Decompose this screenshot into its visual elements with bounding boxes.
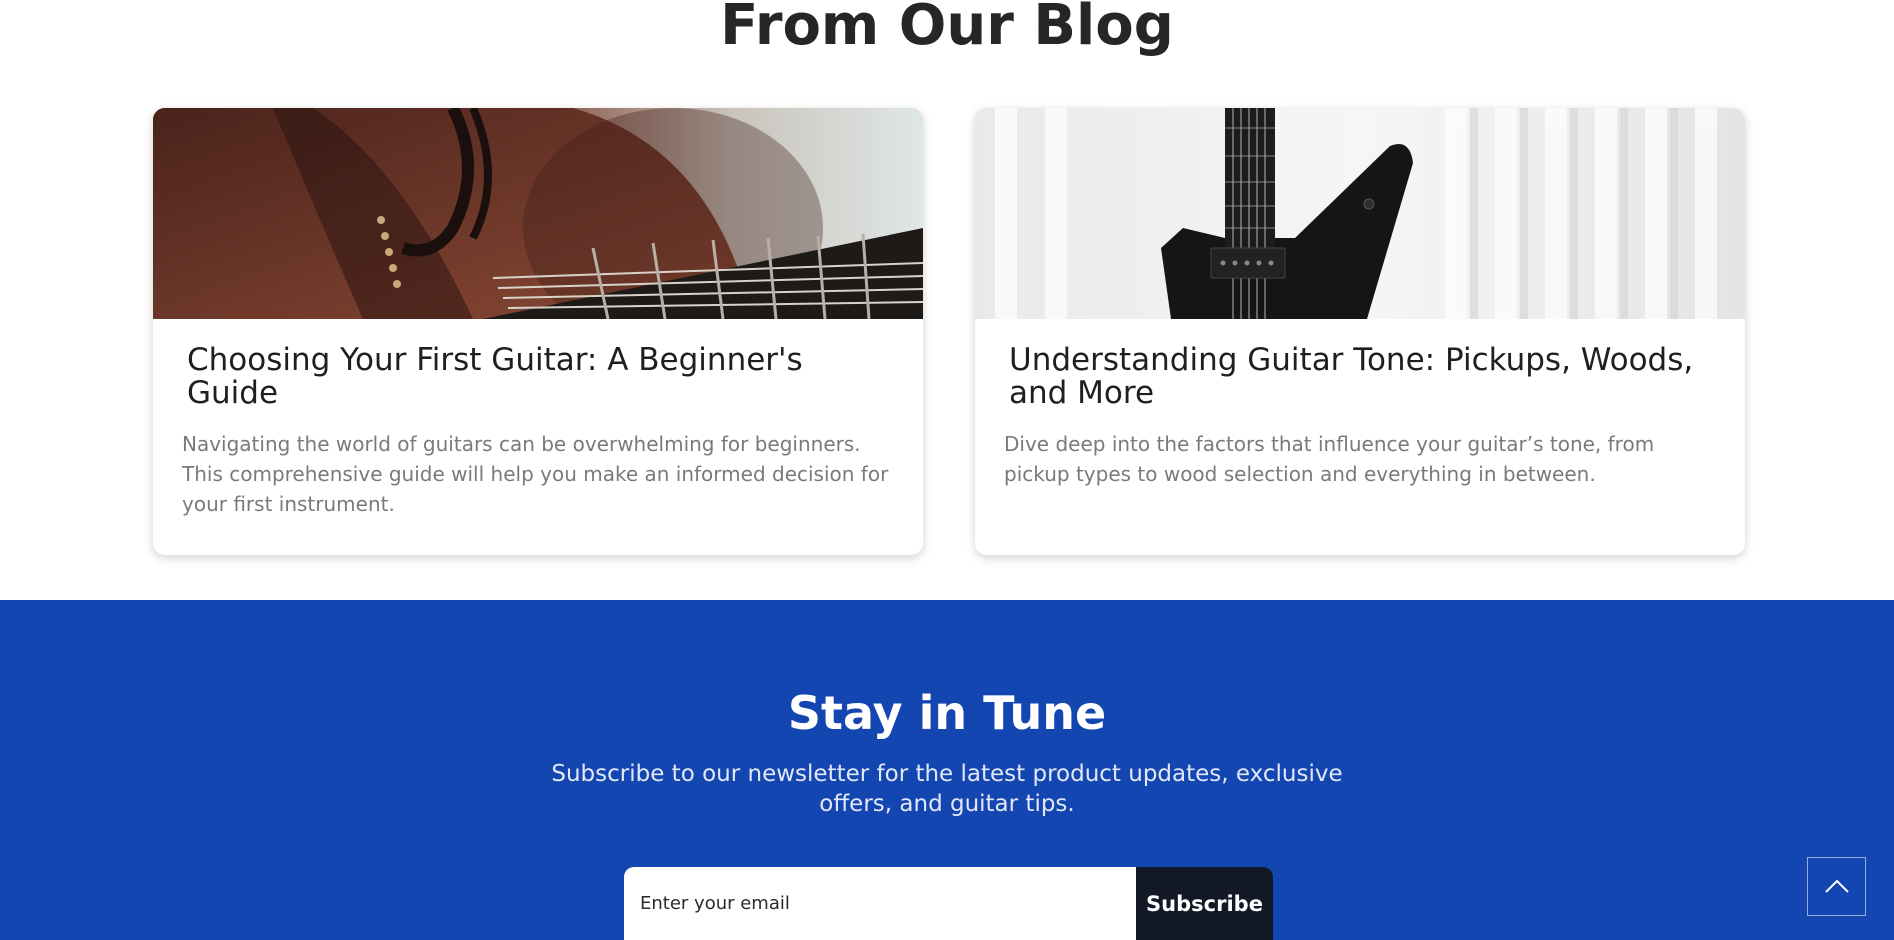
blog-card-image[interactable]	[153, 108, 923, 319]
newsletter-form: Subscribe	[624, 867, 1273, 940]
newsletter-heading: Stay in Tune	[787, 686, 1107, 740]
blog-card-excerpt: Navigating the world of guitars can be o…	[182, 432, 889, 516]
chevron-up-icon	[1825, 879, 1849, 893]
blog-card-title[interactable]: Choosing Your First Guitar: A Beginner's…	[187, 344, 887, 410]
email-input[interactable]	[624, 867, 1136, 940]
blog-heading: From Our Blog	[720, 0, 1174, 58]
newsletter-section: Stay in Tune Subscribe to our newsletter…	[0, 600, 1894, 940]
subscribe-button[interactable]: Subscribe	[1136, 867, 1273, 940]
blog-card[interactable]: Understanding Guitar Tone: Pickups, Wood…	[975, 108, 1745, 555]
acoustic-guitar-photo	[153, 108, 923, 319]
blog-card-image[interactable]	[975, 108, 1745, 319]
electric-guitar-photo	[975, 108, 1745, 319]
back-to-top-button[interactable]	[1807, 857, 1866, 916]
blog-card-excerpt: Dive deep into the factors that influenc…	[1004, 432, 1655, 486]
blog-card-title[interactable]: Understanding Guitar Tone: Pickups, Wood…	[1009, 344, 1709, 410]
blog-section: From Our Blog Choosing Your First Guitar…	[0, 0, 1894, 600]
newsletter-subtitle: Subscribe to our newsletter for the late…	[551, 761, 1343, 817]
blog-card[interactable]: Choosing Your First Guitar: A Beginner's…	[153, 108, 923, 555]
